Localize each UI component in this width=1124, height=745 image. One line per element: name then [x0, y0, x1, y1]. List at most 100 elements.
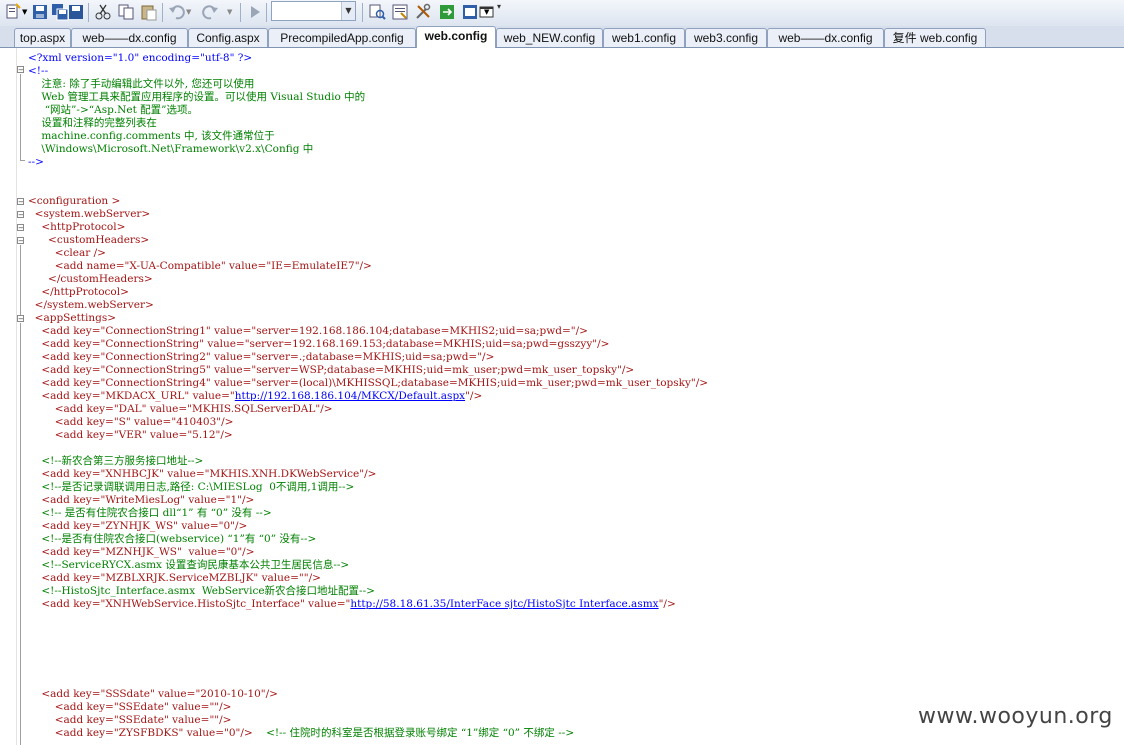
redo-icon[interactable]: [201, 3, 219, 21]
code-text: <add key="ZYSFBDKS" value="0"/>: [28, 727, 253, 739]
code-comment-line: “网站”->“Asp.Net 配置”选项。: [28, 104, 198, 116]
save-icon[interactable]: [31, 3, 49, 21]
copy-icon[interactable]: [117, 3, 135, 21]
properties-icon[interactable]: [391, 3, 409, 21]
undo-icon[interactable]: [168, 3, 186, 21]
code-line: <add key="ConnectionString1" value="serv…: [28, 325, 588, 337]
tab-web-dx-config-2[interactable]: web——dx.config: [767, 28, 884, 47]
code-line: -->: [28, 156, 44, 168]
code-text: "/>: [465, 390, 483, 402]
code-line: </httpProtocol>: [28, 286, 129, 298]
code-comment-line: 设置和注释的完整列表在: [28, 117, 157, 129]
redo-dropdown-icon[interactable]: ▼: [227, 3, 235, 21]
code-line: <customHeaders>: [28, 234, 150, 246]
toolbar-separator: [162, 3, 163, 22]
code-line: <add key="S" value="410403"/>: [28, 416, 234, 428]
tab-web1-config[interactable]: web1.config: [603, 28, 685, 47]
code-comment: <!-- 住院时的科室是否根据登录账号绑定 “1”绑定 “0” 不绑定 -->: [252, 727, 575, 739]
tab-copy-web-config[interactable]: 复件 web.config: [884, 28, 986, 47]
code-comment-line: <!--是否有住院农合接口(webservice) “1”有 “0” 没有-->: [28, 533, 317, 545]
code-line: <add key="WriteMiesLog" value="1"/>: [28, 494, 255, 506]
tab-label: top.aspx: [19, 31, 66, 45]
paste-icon[interactable]: [140, 3, 158, 21]
code-line: <add key="MZNHJK_WS" value="0"/>: [28, 546, 255, 558]
code-comment-line: 注意: 除了手动编辑此文件以外, 您还可以使用: [28, 78, 255, 90]
url-link[interactable]: http://192.168.186.104/MKCX/Default.aspx: [235, 390, 465, 402]
new-item-dropdown-icon[interactable]: ▼: [22, 3, 30, 21]
toolbox-icon[interactable]: [414, 3, 432, 21]
code-comment-line: <!--ServiceRYCX.asmx 设置查询民康基本公共卫生居民信息-->: [28, 559, 350, 571]
code-line: <httpProtocol>: [28, 221, 126, 233]
tab-label: web——dx.config: [778, 31, 873, 45]
code-line: <add key="VER" value="5.12"/>: [28, 429, 233, 441]
toolbar-overflow-icon[interactable]: ▾: [497, 2, 505, 24]
code-line: <appSettings>: [28, 312, 117, 324]
tab-label: Config.aspx: [196, 31, 260, 45]
toolbar-separator: [88, 3, 89, 22]
save-all-icon-2[interactable]: [67, 3, 85, 21]
collapse-icon[interactable]: −: [17, 198, 24, 206]
tab-web-dx-config[interactable]: web——dx.config: [71, 28, 188, 47]
code-line: <add key="ConnectionString2" value="serv…: [28, 351, 495, 363]
tab-config-aspx[interactable]: Config.aspx: [188, 28, 268, 47]
code-line: </system.webServer>: [28, 299, 154, 311]
code-comment-line: Web 管理工具来配置应用程序的设置。可以使用 Visual Studio 中的: [28, 91, 366, 103]
code-line: <add key="SSSdate" value="2010-10-10"/>: [28, 688, 278, 700]
tab-top-aspx[interactable]: top.aspx: [14, 28, 71, 47]
code-line: <add name="X-UA-Compatible" value="IE=Em…: [28, 260, 372, 272]
tab-label: web3.config: [693, 31, 759, 45]
code-comment-line: <!--是否记录调联调用日志,路径: C:\MIESLog 0不调用,1调用--…: [28, 481, 355, 493]
cut-icon[interactable]: [94, 3, 112, 21]
collapse-icon[interactable]: −: [17, 211, 24, 219]
chevron-down-icon[interactable]: ▼: [341, 2, 355, 20]
code-text: "/>: [658, 598, 676, 610]
code-comment-line: machine.config.comments 中, 该文件通常位于: [28, 130, 275, 142]
code-line: <add key="ConnectionString5" value="serv…: [28, 364, 635, 376]
collapse-icon[interactable]: −: [17, 224, 24, 232]
code-line: <add key="MZBLXRJK.ServiceMZBLJK" value=…: [28, 572, 321, 584]
toolbar-separator: [240, 3, 241, 22]
outline-guide-end: [20, 160, 25, 161]
code-comment-line: <!-- 是否有住院农合接口 dll“1” 有 “0” 没有 -->: [28, 507, 272, 519]
tab-label: web1.config: [611, 31, 677, 45]
code-line: </customHeaders>: [28, 273, 153, 285]
code-comment-line: <!--新农合第三方服务接口地址-->: [28, 455, 204, 467]
tab-precompiledapp-config[interactable]: PrecompiledApp.config: [268, 28, 416, 47]
solution-configuration-combo[interactable]: ▼: [271, 1, 356, 21]
code-line: <add key="SSEdate" value=""/>: [28, 701, 232, 713]
code-line: <add key="DAL" value="MKHIS.SQLServerDAL…: [28, 403, 333, 415]
tab-web-new-config[interactable]: web_NEW.config: [496, 28, 603, 47]
url-link[interactable]: http://58.18.61.35/InterFace sjtc/HistoS…: [350, 598, 658, 610]
code-line: <!--: [28, 65, 49, 77]
standard-toolbar: ▼ ▼ ▼ ▼ ▼ ▾: [0, 0, 1124, 27]
tab-label: 复件 web.config: [892, 31, 978, 45]
code-line: <add key="MKDACX_URL" value="http://192.…: [28, 390, 482, 403]
collapse-icon[interactable]: −: [17, 66, 24, 74]
tab-label: PrecompiledApp.config: [280, 31, 404, 45]
code-line: <add key="ConnectionString" value="serve…: [28, 338, 610, 350]
editor-left-margin: [0, 48, 17, 745]
code-line: <system.webServer>: [28, 208, 151, 220]
code-line: <clear />: [28, 247, 106, 259]
find-in-files-icon[interactable]: [368, 3, 386, 21]
tab-web-config[interactable]: web.config: [416, 26, 496, 48]
new-item-icon[interactable]: [4, 3, 22, 21]
collapse-icon[interactable]: −: [17, 315, 24, 323]
code-line: <add key="XNHWebService.HistoSjtc_Interf…: [28, 598, 676, 611]
undo-dropdown-icon[interactable]: ▼: [186, 3, 194, 21]
collapse-icon[interactable]: −: [17, 237, 24, 245]
tab-web3-config[interactable]: web3.config: [685, 28, 767, 47]
code-text: <add key="MKDACX_URL" value=": [28, 390, 235, 402]
tab-label: web_NEW.config: [503, 31, 596, 45]
code-editor[interactable]: − − − − − − <?xml version="1.0" encoding…: [0, 48, 1124, 745]
code-text: <add key="XNHWebService.HistoSjtc_Interf…: [28, 598, 351, 610]
watermark: www.wooyun.org: [918, 704, 1113, 729]
code-line: <add key="SSEdate" value=""/>: [28, 714, 232, 726]
window-dropdown-icon[interactable]: ▼: [484, 3, 494, 21]
code-line: <add key="ConnectionString4" value="serv…: [28, 377, 709, 389]
solution-explorer-icon[interactable]: [438, 3, 456, 21]
code-line: <add key="XNHBCJK" value="MKHIS.XNH.DKWe…: [28, 468, 377, 480]
code-line: <add key="ZYNHJK_WS" value="0"/>: [28, 520, 248, 532]
class-view-icon[interactable]: [461, 3, 479, 21]
start-debug-icon[interactable]: [246, 3, 264, 21]
